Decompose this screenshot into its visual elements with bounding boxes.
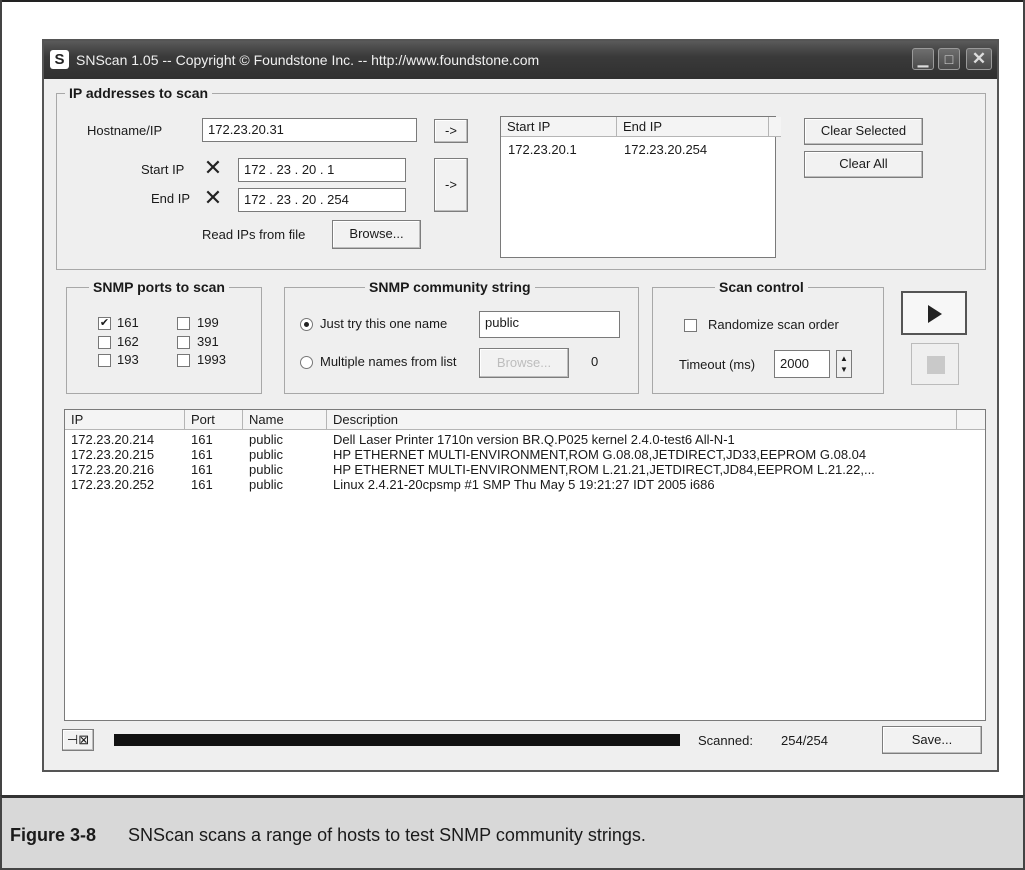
clear-all-button[interactable]: Clear All <box>804 151 923 178</box>
community-name-input[interactable]: public <box>479 311 620 338</box>
result-description: Dell Laser Printer 1710n version BR.Q.P0… <box>333 432 735 447</box>
end-ip-label: End IP <box>151 191 191 206</box>
browse-ips-button[interactable]: Browse... <box>332 220 421 249</box>
checkbox-1993[interactable] <box>177 354 190 367</box>
pin-icon: ⊣⊠ <box>66 732 90 747</box>
result-ip: 172.23.20.215 <box>71 447 155 462</box>
result-ip: 172.23.20.214 <box>71 432 155 447</box>
col-start-ip[interactable]: Start IP <box>501 117 617 137</box>
col-name[interactable]: Name <box>243 410 327 430</box>
figure-caption: Figure 3-8 SNScan scans a range of hosts… <box>0 795 1025 870</box>
range-end: 172.23.20.254 <box>624 142 708 157</box>
save-button[interactable]: Save... <box>882 726 982 754</box>
clear-selected-button[interactable]: Clear Selected <box>804 118 923 145</box>
title-bar[interactable]: S SNScan 1.05 -- Copyright © Foundstone … <box>44 41 997 79</box>
result-name: public <box>249 477 283 492</box>
port-label-199: 199 <box>197 315 219 330</box>
scan-control-legend: Scan control <box>715 279 808 295</box>
checkbox-161[interactable]: ✔ <box>98 317 111 330</box>
read-ips-label: Read IPs from file <box>202 227 306 242</box>
end-ip-field[interactable]: 172 . 23 . 20 . 254 <box>238 188 406 212</box>
timeout-label: Timeout (ms) <box>679 357 756 372</box>
hostname-input[interactable]: 172.23.20.31 <box>202 118 417 142</box>
close-button[interactable]: ✕ <box>966 48 992 70</box>
checkbox-391[interactable] <box>177 336 190 349</box>
start-ip-field[interactable]: 172 . 23 . 20 . 1 <box>238 158 406 182</box>
scanned-label: Scanned: <box>698 733 753 748</box>
caption-number: Figure 3-8 <box>10 825 97 845</box>
hostname-label: Hostname/IP <box>87 123 163 138</box>
result-name: public <box>249 432 283 447</box>
result-name: public <box>249 447 283 462</box>
col-filler <box>957 410 985 430</box>
port-label-193: 193 <box>117 352 139 367</box>
result-ip: 172.23.20.216 <box>71 462 155 477</box>
snmp-ports-group: SNMP ports to scan ✔ 161 199 162 391 193… <box>66 279 262 394</box>
result-port: 161 <box>191 447 213 462</box>
scanned-value: 254/254 <box>781 733 828 748</box>
snmp-ports-legend: SNMP ports to scan <box>89 279 229 295</box>
minimize-icon: ▁ <box>917 51 929 67</box>
timeout-input[interactable]: 2000 <box>774 350 830 378</box>
app-icon: S <box>50 50 69 69</box>
checkbox-162[interactable] <box>98 336 111 349</box>
minimize-button[interactable]: ▁ <box>912 48 934 70</box>
result-ip: 172.23.20.252 <box>71 477 155 492</box>
scan-control-group: Scan control Randomize scan order Timeou… <box>652 279 884 394</box>
checkbox-199[interactable] <box>177 317 190 330</box>
col-ip[interactable]: IP <box>65 410 185 430</box>
ip-addresses-legend: IP addresses to scan <box>65 85 213 101</box>
stop-scan-button[interactable] <box>911 343 959 385</box>
col-end-ip[interactable]: End IP <box>617 117 769 137</box>
caption-text: SNScan scans a range of hosts to test SN… <box>128 825 646 845</box>
start-ip-label: Start IP <box>141 162 185 177</box>
col-filler <box>769 117 781 137</box>
timeout-spinner[interactable]: ▲ ▼ <box>836 350 852 378</box>
play-icon <box>928 305 942 323</box>
randomize-checkbox[interactable] <box>684 319 697 332</box>
multiple-names-radio[interactable] <box>300 356 313 369</box>
close-icon: ✕ <box>971 49 987 68</box>
ip-addresses-group: IP addresses to scan Hostname/IP 172.23.… <box>56 85 986 270</box>
start-scan-button[interactable] <box>901 291 967 335</box>
result-description: HP ETHERNET MULTI-ENVIRONMENT,ROM G.08.0… <box>333 447 867 462</box>
col-port[interactable]: Port <box>185 410 243 430</box>
stop-icon <box>927 356 945 374</box>
maximize-button[interactable]: □ <box>938 48 960 70</box>
clear-end-ip-icon[interactable]: ✕ <box>202 187 224 210</box>
results-list[interactable]: IP Port Name Description 172.23.20.214 1… <box>64 409 986 721</box>
range-start: 172.23.20.1 <box>508 142 577 157</box>
result-port: 161 <box>191 432 213 447</box>
add-hostname-button[interactable]: -> <box>434 119 468 143</box>
port-label-391: 391 <box>197 334 219 349</box>
community-string-group: SNMP community string Just try this one … <box>284 279 639 394</box>
add-range-button[interactable]: -> <box>434 158 468 212</box>
result-description: HP ETHERNET MULTI-ENVIRONMENT,ROM L.21.2… <box>333 462 875 477</box>
port-label-162: 162 <box>117 334 139 349</box>
result-name: public <box>249 462 283 477</box>
spin-down-icon[interactable]: ▼ <box>840 366 848 374</box>
just-try-radio[interactable] <box>300 318 313 331</box>
names-count: 0 <box>591 354 599 369</box>
result-description: Linux 2.4.21-20cpsmp #1 SMP Thu May 5 19… <box>333 477 715 492</box>
randomize-label: Randomize scan order <box>708 317 839 332</box>
maximize-icon: □ <box>944 51 954 67</box>
pin-button[interactable]: ⊣⊠ <box>62 729 94 751</box>
community-string-legend: SNMP community string <box>365 279 535 295</box>
browse-names-button[interactable]: Browse... <box>479 348 569 378</box>
scan-progress-bar <box>114 734 680 746</box>
ip-range-list[interactable]: Start IP End IP 172.23.20.1 172.23.20.25… <box>500 116 781 258</box>
spin-up-icon[interactable]: ▲ <box>840 355 848 363</box>
app-window: S SNScan 1.05 -- Copyright © Foundstone … <box>42 39 999 772</box>
multiple-names-label: Multiple names from list <box>320 354 457 369</box>
port-label-1993: 1993 <box>197 352 226 367</box>
checkbox-193[interactable] <box>98 354 111 367</box>
result-port: 161 <box>191 462 213 477</box>
clear-start-ip-icon[interactable]: ✕ <box>202 157 224 180</box>
col-description[interactable]: Description <box>327 410 957 430</box>
result-port: 161 <box>191 477 213 492</box>
port-label-161: 161 <box>117 315 139 330</box>
window-title: SNScan 1.05 -- Copyright © Foundstone In… <box>76 52 540 68</box>
just-try-label: Just try this one name <box>320 316 448 331</box>
